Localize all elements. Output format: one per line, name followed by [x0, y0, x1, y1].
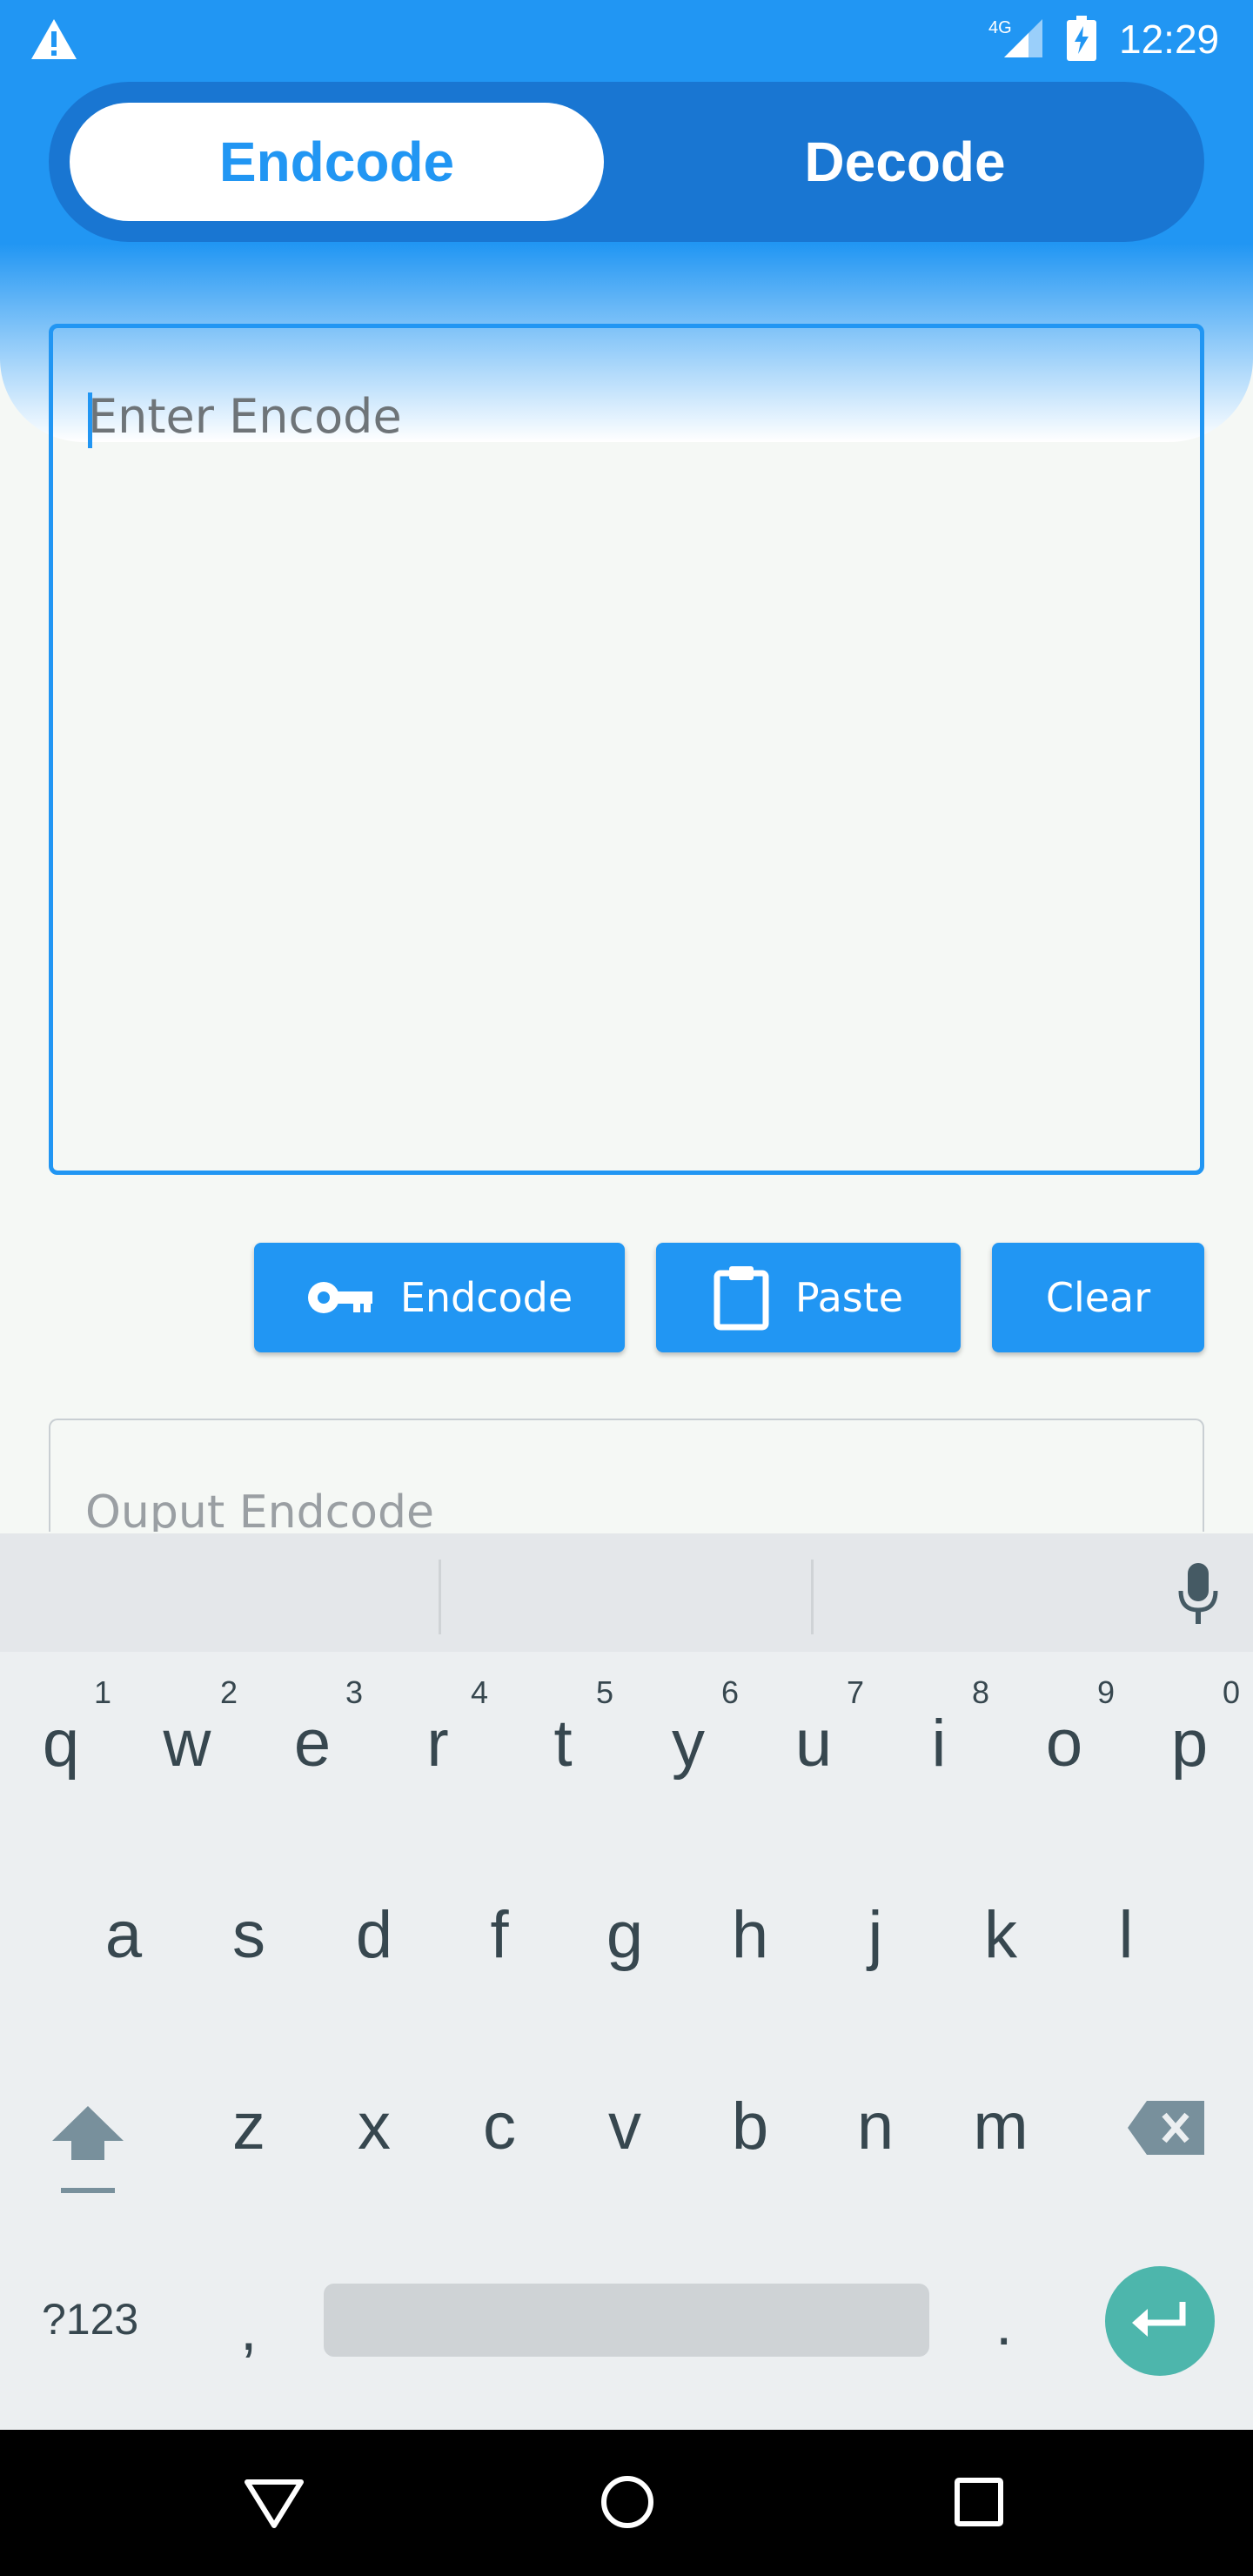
key-hint-3: 3 — [345, 1674, 364, 1710]
suggestion-bar — [0, 1533, 1253, 1652]
space-key[interactable] — [324, 2284, 929, 2357]
key-hint-2: 2 — [219, 1674, 238, 1710]
clear-button-label: Clear — [1045, 1274, 1151, 1321]
clipboard-icon — [714, 1266, 769, 1331]
key-h[interactable]: h — [707, 1897, 794, 1973]
key-q[interactable]: q — [17, 1706, 104, 1781]
key-o[interactable]: o — [1021, 1706, 1108, 1781]
key-f[interactable]: f — [456, 1897, 543, 1973]
suggestion-divider — [439, 1560, 441, 1634]
key-a[interactable]: a — [80, 1897, 167, 1973]
key-m[interactable]: m — [957, 2089, 1044, 2164]
key-v[interactable]: v — [581, 2089, 668, 2164]
key-icon — [307, 1282, 372, 1313]
key-i[interactable]: i — [895, 1706, 982, 1781]
key-u[interactable]: u — [770, 1706, 857, 1781]
key-g[interactable]: g — [581, 1897, 668, 1973]
battery-charging-icon — [1067, 16, 1096, 61]
key-r[interactable]: r — [394, 1706, 481, 1781]
recents-nav-icon[interactable] — [954, 2477, 1004, 2527]
key-w[interactable]: w — [144, 1706, 231, 1781]
navigation-bar — [0, 2430, 1253, 2576]
key-x[interactable]: x — [331, 2089, 418, 2164]
encode-input[interactable]: Enter Encode — [49, 324, 1204, 1175]
encode-button-label: Endcode — [399, 1274, 573, 1321]
paste-button-label: Paste — [794, 1274, 904, 1321]
key-t[interactable]: t — [519, 1706, 606, 1781]
key-y[interactable]: y — [645, 1706, 732, 1781]
back-nav-icon[interactable] — [242, 2477, 306, 2531]
shift-key-icon[interactable] — [50, 2101, 125, 2200]
encode-button[interactable]: Endcode — [254, 1243, 625, 1352]
symbols-key[interactable]: ?123 — [42, 2294, 138, 2345]
key-hint-6: 6 — [720, 1674, 740, 1710]
suggestion-divider — [811, 1560, 814, 1634]
text-cursor — [88, 392, 92, 448]
status-time: 12:29 — [1119, 17, 1220, 62]
clear-button[interactable]: Clear — [992, 1243, 1204, 1352]
key-l[interactable]: l — [1082, 1897, 1169, 1973]
comma-key[interactable]: , — [240, 2294, 257, 2364]
key-hint-1: 1 — [93, 1674, 112, 1710]
enter-arrow-icon — [1132, 2302, 1186, 2337]
key-b[interactable]: b — [707, 2089, 794, 2164]
output-field[interactable]: Ouput Endcode — [49, 1419, 1204, 1532]
key-hint-9: 9 — [1096, 1674, 1116, 1710]
key-z[interactable]: z — [205, 2089, 292, 2164]
paste-button[interactable]: Paste — [656, 1243, 961, 1352]
enter-key[interactable] — [1105, 2266, 1215, 2376]
warning-icon — [31, 19, 77, 59]
period-key[interactable]: . — [995, 2289, 1012, 2358]
key-j[interactable]: j — [832, 1897, 919, 1973]
encode-input-placeholder: Enter Encode — [88, 389, 402, 444]
key-c[interactable]: c — [456, 2089, 543, 2164]
key-e[interactable]: e — [269, 1706, 356, 1781]
tab-decode[interactable]: Decode — [626, 103, 1183, 221]
key-d[interactable]: d — [331, 1897, 418, 1973]
key-s[interactable]: s — [205, 1897, 292, 1973]
key-hint-8: 8 — [971, 1674, 990, 1710]
signal-4g-icon: 4G — [988, 18, 1042, 57]
backspace-key-icon[interactable] — [1128, 2101, 1204, 2155]
output-placeholder: Ouput Endcode — [85, 1486, 434, 1532]
key-p[interactable]: p — [1146, 1706, 1233, 1781]
key-hint-0: 0 — [1222, 1674, 1241, 1710]
status-bar: 4G 12:29 — [0, 0, 1253, 78]
key-n[interactable]: n — [832, 2089, 919, 2164]
key-hint-5: 5 — [595, 1674, 614, 1710]
mode-switch: Endcode Decode — [49, 82, 1204, 242]
microphone-icon[interactable] — [1178, 1563, 1218, 1624]
key-k[interactable]: k — [957, 1897, 1044, 1973]
key-hint-4: 4 — [470, 1674, 489, 1710]
network-type: 4G — [988, 18, 1012, 37]
home-nav-icon[interactable] — [599, 2473, 656, 2531]
tab-encode[interactable]: Endcode — [70, 103, 604, 221]
key-hint-7: 7 — [846, 1674, 865, 1710]
